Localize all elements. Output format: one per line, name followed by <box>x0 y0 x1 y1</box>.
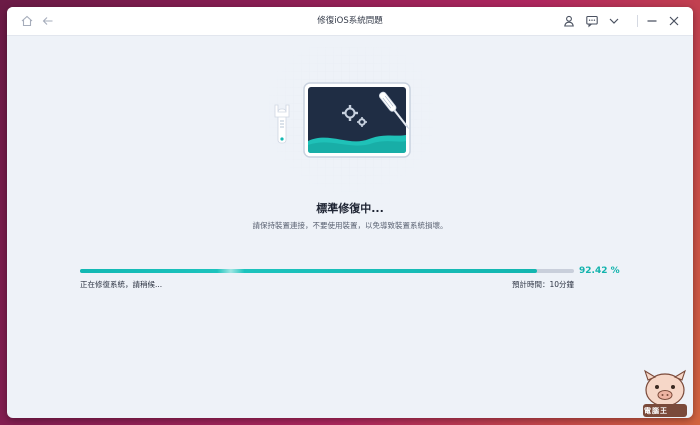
device-screen-icon <box>303 82 411 158</box>
progress-bar-fill <box>80 269 537 273</box>
person-icon[interactable] <box>562 14 576 28</box>
progress-status-text: 正在修復系統，請稍候... <box>80 280 163 289</box>
estimated-time-text: 預計時間：10分鐘 <box>511 280 574 289</box>
title-bar: 修復iOS系統問題 <box>7 7 693 36</box>
minimize-icon[interactable] <box>645 14 659 28</box>
progress-percent: 92.42 % <box>579 266 620 276</box>
repair-instructions: 請保持裝置連接，不要使用裝置，以免導致裝置系統損壞。 <box>252 221 448 230</box>
watermark-text: 電腦王 <box>644 407 668 415</box>
close-icon[interactable] <box>667 14 681 28</box>
message-icon[interactable] <box>585 14 599 28</box>
app-window: 修復iOS系統問題 標準修復中... 請保持裝置連接，不要使用裝置，以免導致裝置… <box>7 7 693 418</box>
repair-status-heading: 標準修復中... <box>316 202 384 215</box>
progress-bar <box>80 269 574 273</box>
titlebar-separator <box>637 15 638 27</box>
chevron-down-icon[interactable] <box>607 14 621 28</box>
repair-illustration <box>269 47 433 197</box>
